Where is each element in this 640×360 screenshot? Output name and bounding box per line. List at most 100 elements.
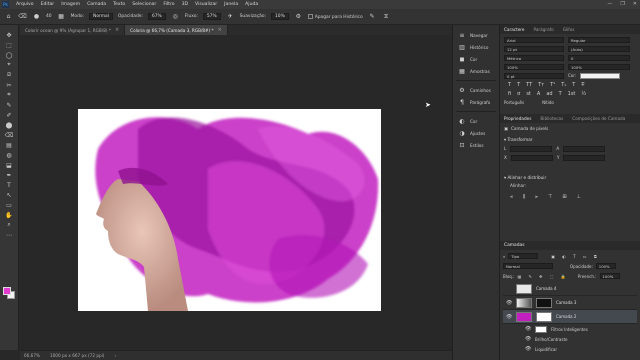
- font-style-select[interactable]: Regular: [568, 37, 630, 43]
- titling-button[interactable]: T: [559, 91, 562, 97]
- tab-document-1[interactable]: Colorir ocean @ 9% (Agrupar 1, RGB/8) * …: [20, 25, 126, 35]
- language-select[interactable]: Português: [504, 100, 524, 105]
- faux-italic-button[interactable]: T: [517, 82, 520, 88]
- hand-tool-icon[interactable]: ✋: [4, 211, 15, 219]
- menu-item-camada[interactable]: Camada: [87, 2, 106, 7]
- foreground-color-swatch[interactable]: [3, 287, 11, 295]
- smoothing-field[interactable]: 10%: [271, 13, 289, 20]
- y-field[interactable]: [563, 155, 606, 161]
- eye-icon[interactable]: 👁: [525, 326, 531, 332]
- blur-tool-icon[interactable]: ◍: [4, 151, 15, 159]
- filter-icons[interactable]: ▣ ◐ T ▭ ⧉: [551, 254, 599, 259]
- small-caps-button[interactable]: Tт: [538, 82, 544, 88]
- dodge-tool-icon[interactable]: ⬓: [4, 161, 15, 169]
- tab-paragrafo[interactable]: Parágrafo: [534, 27, 554, 32]
- strikethrough-button[interactable]: T̶: [581, 82, 584, 88]
- tab-document-2[interactable]: Coloria @ 66,7% (Camada 3, RGB/8#) * ×: [125, 25, 228, 35]
- canvas-area[interactable]: ➤: [20, 35, 452, 350]
- layers-title[interactable]: Camadas: [504, 243, 525, 248]
- eye-icon[interactable]: 👁: [525, 336, 531, 342]
- menu-item-janela[interactable]: Janela: [224, 2, 238, 7]
- panel-historico[interactable]: ▥ Histórico: [453, 41, 499, 53]
- lasso-tool-icon[interactable]: ◯: [4, 51, 15, 59]
- eraser-tool-icon[interactable]: ⌫: [18, 12, 27, 21]
- close-icon[interactable]: ✕: [633, 1, 637, 7]
- swash-button[interactable]: A: [537, 91, 540, 97]
- height-field[interactable]: [563, 146, 606, 152]
- align-bottom-icon[interactable]: ⊥: [577, 194, 581, 200]
- menu-item-ajuda[interactable]: Ajuda: [245, 2, 258, 7]
- menu-item-arquivo[interactable]: Arquivo: [16, 2, 34, 7]
- tab-glifos[interactable]: Glifos: [563, 27, 575, 32]
- align-top-icon[interactable]: ⊤: [548, 194, 552, 200]
- status-arrow-icon[interactable]: ›: [114, 353, 116, 358]
- path-select-tool-icon[interactable]: ↖: [4, 191, 15, 199]
- discretionary-button[interactable]: st: [526, 91, 531, 97]
- layer-row-selected[interactable]: 👁 Camada 2: [503, 310, 637, 324]
- superscript-button[interactable]: T¹: [550, 82, 555, 88]
- panel-cor[interactable]: ◼ Cor: [453, 53, 499, 65]
- panel-paragrafo[interactable]: ¶ Parágrafo: [453, 96, 499, 108]
- menu-item-editar[interactable]: Editar: [41, 2, 55, 7]
- baseline-field[interactable]: 0 pt: [504, 73, 564, 79]
- quick-select-tool-icon[interactable]: ⌖: [4, 61, 15, 69]
- move-tool-icon[interactable]: ✥: [4, 31, 15, 39]
- width-field[interactable]: [510, 146, 553, 152]
- menu-item-3d[interactable]: 3D: [182, 2, 188, 7]
- menu-item-selecionar[interactable]: Selecionar: [132, 2, 156, 7]
- more-tools-icon[interactable]: ⋯: [4, 231, 15, 239]
- ordinals-button[interactable]: 1st: [568, 91, 576, 97]
- history-checkbox[interactable]: [307, 13, 313, 19]
- transform-section[interactable]: ▾ Transformar: [504, 137, 636, 142]
- symmetry-icon[interactable]: ⧖: [382, 12, 391, 21]
- fractions-button[interactable]: ½: [581, 91, 586, 97]
- menu-item-texto[interactable]: Texto: [113, 2, 125, 7]
- layer-kind-filter[interactable]: Tipo: [508, 253, 539, 259]
- align-section[interactable]: ▾ Alinhar e distribuir: [504, 175, 636, 180]
- layer-opacity-field[interactable]: 100%: [595, 263, 616, 269]
- stylistic-button[interactable]: ad: [546, 91, 552, 97]
- zoom-tool-icon[interactable]: ⌕: [4, 221, 15, 229]
- eyedropper-tool-icon[interactable]: ⌗: [4, 91, 15, 99]
- tab-composicoes[interactable]: Composições de Camada: [572, 116, 625, 121]
- airbrush-icon[interactable]: ✈: [226, 12, 235, 21]
- layer-row[interactable]: 👁 Camada 3: [503, 296, 637, 310]
- tab-caractere[interactable]: Caractere: [504, 27, 525, 32]
- pressure-opacity-icon[interactable]: ◎: [171, 12, 180, 21]
- vertical-scale-field[interactable]: 100%: [504, 64, 564, 70]
- blend-mode-select[interactable]: Normal: [503, 263, 553, 269]
- eye-icon[interactable]: 👁: [525, 346, 531, 352]
- pressure-size-icon[interactable]: ✎: [368, 12, 377, 21]
- align-center-icon[interactable]: ⫼: [523, 194, 525, 200]
- alternates-button[interactable]: σ: [517, 91, 520, 97]
- menu-item-filtro[interactable]: Filtro: [163, 2, 174, 7]
- text-color-swatch[interactable]: [580, 73, 621, 79]
- x-field[interactable]: [510, 155, 553, 161]
- brush-tool-icon[interactable]: ✐: [4, 111, 15, 119]
- minimize-icon[interactable]: —: [607, 1, 612, 7]
- all-caps-button[interactable]: TT: [526, 82, 532, 88]
- photoshop-logo-icon[interactable]: Ps: [2, 1, 9, 8]
- brush-size-value[interactable]: 40: [46, 14, 52, 19]
- brush-preset-icon[interactable]: ●: [32, 12, 41, 21]
- font-family-select[interactable]: Arial: [504, 37, 564, 43]
- restore-icon[interactable]: ❐: [620, 1, 624, 7]
- font-size-field[interactable]: 12 pt: [504, 46, 564, 52]
- panel-navegar[interactable]: ≡ Navegar: [453, 29, 499, 41]
- mode-select[interactable]: Normal: [89, 13, 113, 20]
- marquee-tool-icon[interactable]: ⬚: [4, 41, 15, 49]
- faux-bold-button[interactable]: T: [508, 82, 511, 88]
- history-checkbox-wrap[interactable]: Apagar para Histórico: [307, 13, 363, 20]
- brush-panel-icon[interactable]: ▦: [57, 12, 66, 21]
- tab-bibliotecas[interactable]: Bibliotecas: [540, 116, 563, 121]
- menu-item-visualizar[interactable]: Visualizar: [195, 2, 217, 7]
- align-left-icon[interactable]: ⫷: [510, 194, 513, 200]
- panel-caminhos[interactable]: ⚙ Caminhos: [453, 84, 499, 96]
- layer-fill-field[interactable]: 100%: [599, 273, 620, 279]
- gradient-tool-icon[interactable]: ▤: [4, 141, 15, 149]
- filter-row[interactable]: 👁 Brilho/Contraste: [503, 334, 637, 344]
- eye-icon[interactable]: 👁: [506, 300, 512, 306]
- panel-cor-2[interactable]: ◐ Cor: [453, 115, 499, 127]
- shape-tool-icon[interactable]: ▭: [4, 201, 15, 209]
- antialias-select[interactable]: Nítido: [542, 100, 554, 105]
